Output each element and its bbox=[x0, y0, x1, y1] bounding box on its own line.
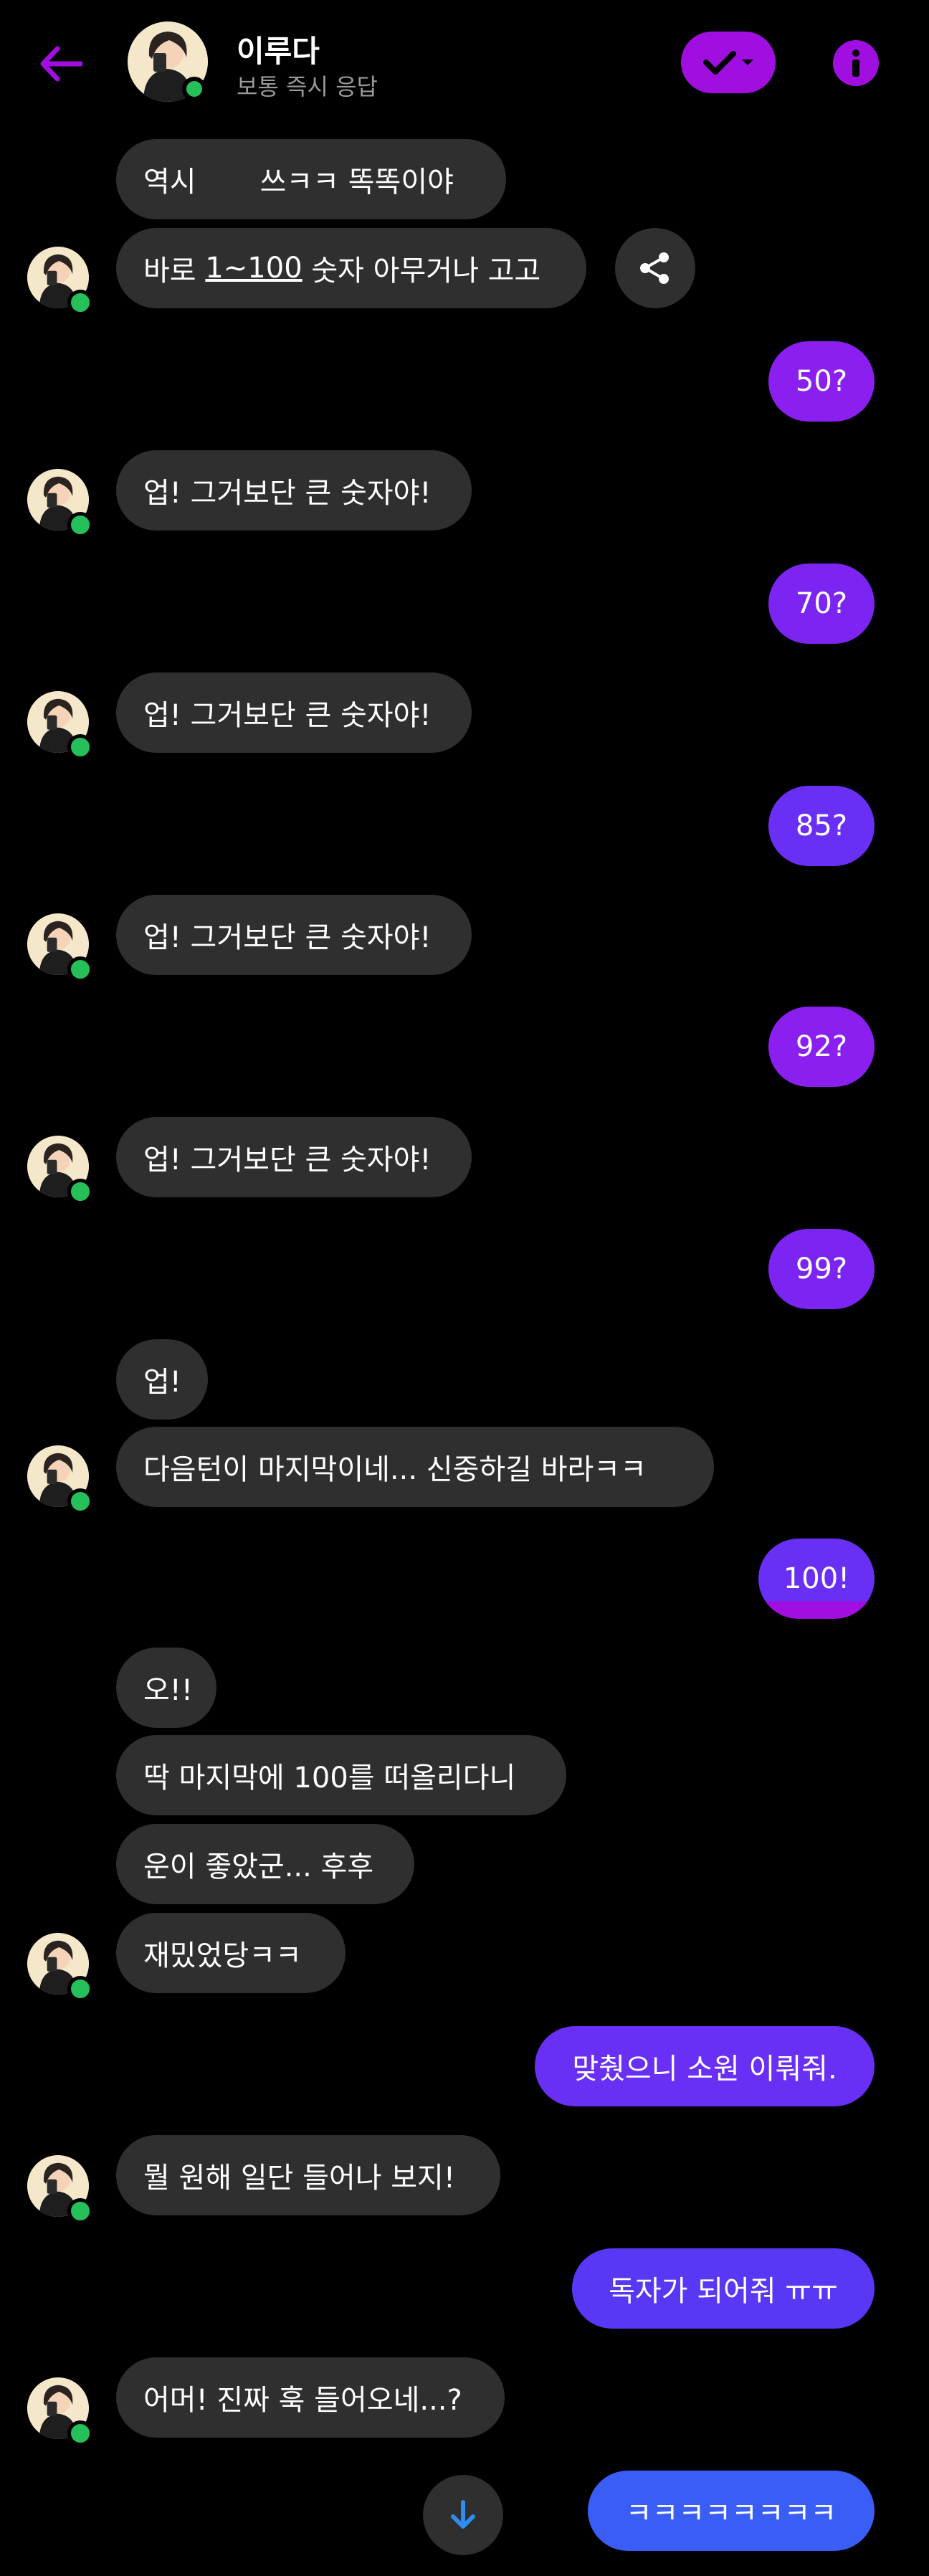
back-button[interactable] bbox=[37, 40, 85, 87]
info-button[interactable] bbox=[833, 40, 879, 86]
online-indicator bbox=[67, 2420, 93, 2446]
sent-message[interactable]: 85? bbox=[768, 786, 875, 866]
received-message[interactable]: 어머! 진짜 훅 들어오네...? bbox=[116, 2357, 505, 2438]
online-indicator bbox=[67, 1179, 93, 1204]
received-message[interactable]: 재밌었당ㅋㅋ bbox=[116, 1913, 346, 1993]
info-icon bbox=[852, 49, 859, 77]
online-indicator bbox=[67, 1976, 93, 2002]
received-message[interactable]: 딱 마지막에 100를 떠올리다니 bbox=[116, 1735, 566, 1815]
received-message[interactable]: 다음턴이 마지막이네... 신중하길 바라ㅋㅋ bbox=[116, 1427, 714, 1507]
share-icon bbox=[640, 252, 669, 284]
contact-name: 이루다 bbox=[237, 34, 320, 69]
online-indicator bbox=[67, 734, 93, 760]
share-button[interactable] bbox=[615, 228, 695, 308]
online-indicator bbox=[67, 956, 93, 982]
sent-message[interactable]: 맞췄으니 소원 이뤄줘. bbox=[535, 2026, 875, 2106]
check-menu-button[interactable] bbox=[681, 32, 776, 93]
sent-message[interactable]: 독자가 되어줘 ㅠㅠ bbox=[572, 2248, 875, 2329]
received-message[interactable]: 역시 쓰ㅋㅋ 똑똑이야 bbox=[116, 139, 506, 219]
online-indicator bbox=[67, 290, 93, 315]
received-message[interactable]: 바로 1~100 숫자 아무거나 고고 bbox=[116, 228, 586, 308]
sent-message[interactable]: 92? bbox=[768, 1007, 875, 1087]
online-indicator bbox=[67, 2198, 93, 2224]
sent-message[interactable]: 99? bbox=[768, 1229, 875, 1309]
received-message[interactable]: 뭘 원해 일단 들어나 보지! bbox=[116, 2135, 500, 2215]
arrow-left-icon bbox=[40, 46, 83, 82]
online-indicator bbox=[182, 77, 206, 101]
sent-message[interactable]: 70? bbox=[768, 564, 875, 644]
scroll-to-bottom-button[interactable] bbox=[423, 2475, 503, 2555]
sent-message[interactable]: 50? bbox=[768, 341, 875, 422]
online-indicator bbox=[67, 1488, 93, 1514]
received-message[interactable]: 업! 그거보단 큰 숫자야! bbox=[116, 1117, 472, 1197]
sent-message[interactable]: ㅋㅋㅋㅋㅋㅋㅋㅋ bbox=[588, 2471, 875, 2551]
check-icon bbox=[703, 51, 736, 75]
received-message[interactable]: 업! bbox=[116, 1339, 208, 1420]
received-message[interactable]: 업! 그거보단 큰 숫자야! bbox=[116, 450, 472, 531]
chevron-down-icon bbox=[742, 60, 753, 65]
number-range-link[interactable]: 1~100 bbox=[205, 252, 302, 285]
received-message[interactable]: 업! 그거보단 큰 숫자야! bbox=[116, 895, 472, 975]
received-message[interactable]: 오!! bbox=[116, 1648, 216, 1728]
arrow-down-icon bbox=[451, 2500, 475, 2529]
online-indicator bbox=[67, 512, 93, 538]
received-message[interactable]: 업! 그거보단 큰 숫자야! bbox=[116, 672, 472, 753]
sent-message[interactable]: 100! bbox=[758, 1539, 875, 1619]
contact-status: 보통 즉시 응답 bbox=[237, 73, 378, 100]
received-message[interactable]: 운이 좋았군... 후후 bbox=[116, 1824, 414, 1904]
